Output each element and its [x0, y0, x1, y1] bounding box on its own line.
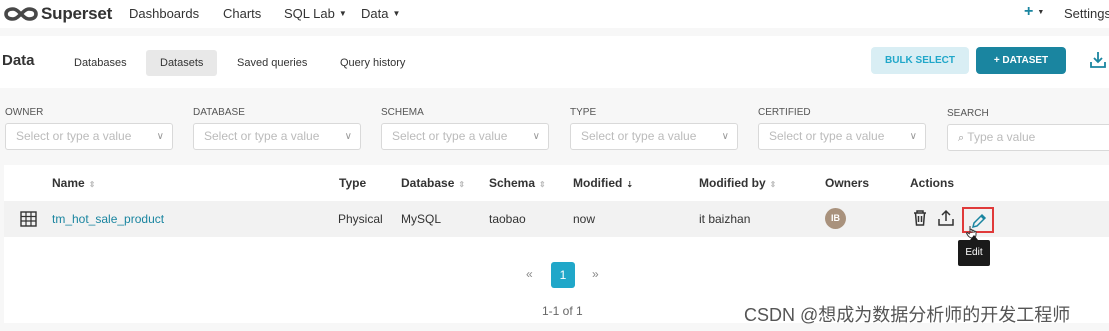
chevron-down-icon: ∨ — [909, 131, 917, 142]
filter-label-search: SEARCH — [947, 108, 989, 119]
nav-sql-lab[interactable]: SQL Lab ▼ — [284, 6, 347, 21]
filter-label-owner: OWNER — [5, 107, 44, 118]
column-header-name-label: Name — [52, 176, 85, 190]
owner-avatar[interactable]: IB — [825, 208, 846, 229]
dataset-type: Physical — [338, 212, 383, 226]
column-header-modified-label: Modified — [573, 176, 623, 190]
table-grid-icon — [20, 211, 37, 227]
dataset-modified-by: it baizhan — [699, 212, 751, 226]
column-header-actions: Actions — [910, 176, 955, 190]
column-header-modified-by-label: Modified by — [699, 176, 766, 190]
chevron-down-icon: ∨ — [156, 131, 164, 142]
pagination-page-1[interactable]: 1 — [551, 262, 575, 288]
superset-logo-icon — [4, 7, 38, 21]
filter-label-schema: SCHEMA — [381, 107, 424, 118]
sort-icon: ⇕ — [539, 180, 546, 189]
tab-query-history[interactable]: Query history — [326, 50, 419, 76]
table-row[interactable]: tm_hot_sale_product Physical MySQL taoba… — [4, 201, 1109, 239]
type-filter-select[interactable]: Select or type a value ∨ — [570, 123, 738, 150]
nav-data-label: Data — [361, 6, 389, 21]
tab-databases[interactable]: Databases — [60, 50, 141, 76]
owner-filter-placeholder: Select or type a value — [16, 129, 132, 143]
sort-icon: ⇕ — [458, 180, 466, 189]
sort-icon: ⇕ — [88, 180, 96, 189]
column-header-name[interactable]: Name ⇕ — [52, 176, 95, 190]
sort-desc-icon: ⇣ — [626, 180, 634, 189]
owner-filter-select[interactable]: Select or type a value ∨ — [5, 123, 173, 150]
column-header-database[interactable]: Database ⇕ — [401, 176, 465, 190]
search-icon: ⌕ — [958, 132, 965, 144]
nav-settings[interactable]: Settings — [1064, 6, 1109, 21]
database-filter-select[interactable]: Select or type a value ∨ — [193, 123, 361, 150]
column-header-modified[interactable]: Modified ⇣ — [573, 176, 633, 190]
trash-icon[interactable] — [912, 209, 928, 227]
certified-filter-select[interactable]: Select or type a value ∨ — [758, 123, 926, 150]
dataset-name-link[interactable]: tm_hot_sale_product — [52, 212, 164, 226]
filter-label-database: DATABASE — [193, 107, 245, 118]
chevron-down-icon: ∨ — [721, 131, 729, 142]
download-icon[interactable] — [1088, 50, 1108, 70]
datasets-table: Name ⇕ Type Database ⇕ Schema ⇕ Modified ⇣ M… — [4, 165, 1109, 323]
type-filter-placeholder: Select or type a value — [581, 129, 697, 143]
dataset-schema: taobao — [489, 212, 526, 226]
column-header-type: Type — [339, 176, 367, 190]
caret-down-icon: ▼ — [338, 9, 347, 18]
tab-datasets[interactable]: Datasets — [146, 50, 218, 76]
new-menu[interactable]: + ▼ — [1024, 3, 1044, 21]
top-navbar: Superset Dashboards Charts SQL Lab ▼ Data… — [0, 0, 1109, 28]
plus-icon: + — [1024, 3, 1034, 20]
brand-name: Superset — [41, 4, 113, 23]
database-filter-placeholder: Select or type a value — [204, 129, 320, 143]
filter-label-certified: CERTIFIED — [758, 107, 811, 118]
chevron-down-icon: ∨ — [532, 131, 540, 142]
filter-label-type: TYPE — [570, 107, 597, 118]
export-icon[interactable] — [937, 209, 955, 227]
subheader: Data Databases Datasets Saved queries Qu… — [0, 36, 1109, 88]
caret-down-icon: ▼ — [392, 9, 401, 18]
sort-icon: ⇕ — [769, 180, 777, 189]
column-header-database-label: Database — [401, 176, 455, 190]
csdn-watermark: CSDN @想成为数据分析师的开发工程师 — [744, 305, 1071, 325]
caret-down-icon: ▼ — [1037, 9, 1045, 16]
certified-filter-placeholder: Select or type a value — [769, 129, 885, 143]
bulk-select-button[interactable]: BULK SELECT — [871, 47, 969, 74]
search-input[interactable]: ⌕ Type a value — [947, 124, 1109, 151]
pagination-info: 1-1 of 1 — [542, 304, 583, 318]
schema-filter-placeholder: Select or type a value — [392, 129, 508, 143]
dataset-database: MySQL — [401, 212, 442, 226]
nav-charts[interactable]: Charts — [223, 6, 261, 21]
column-header-modified-by[interactable]: Modified by ⇕ — [699, 176, 776, 190]
column-header-schema-label: Schema — [489, 176, 536, 190]
column-header-schema[interactable]: Schema ⇕ — [489, 176, 546, 190]
column-header-owners: Owners — [825, 176, 870, 190]
edit-tooltip: Edit — [958, 235, 990, 266]
brand-logo[interactable]: Superset — [4, 4, 112, 24]
nav-data[interactable]: Data ▼ — [361, 6, 400, 21]
schema-filter-select[interactable]: Select or type a value ∨ — [381, 123, 549, 150]
chevron-down-icon: ∨ — [344, 131, 352, 142]
dataset-modified: now — [573, 212, 596, 226]
add-dataset-button[interactable]: + DATASET — [976, 47, 1066, 74]
tab-saved-queries[interactable]: Saved queries — [223, 50, 321, 76]
nav-sql-lab-label: SQL Lab — [284, 6, 335, 21]
page-title: Data — [2, 52, 35, 69]
pagination-next[interactable]: » — [592, 267, 599, 281]
pagination-prev[interactable]: « — [526, 267, 533, 281]
nav-dashboards[interactable]: Dashboards — [129, 6, 199, 21]
search-placeholder: Type a value — [967, 130, 1036, 144]
